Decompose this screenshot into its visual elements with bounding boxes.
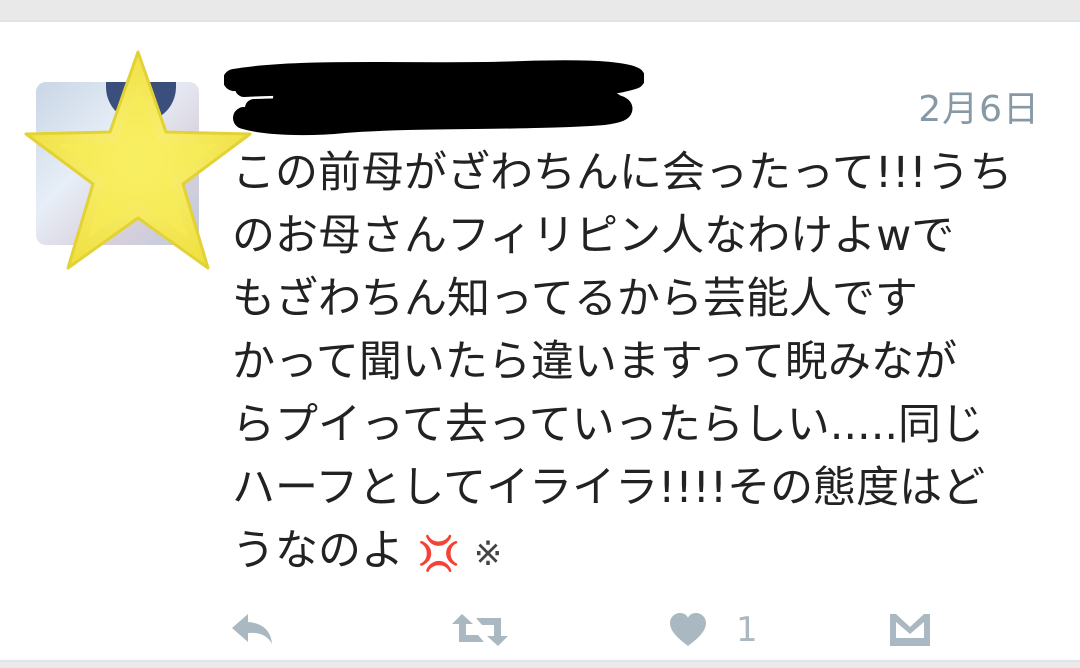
reply-icon	[232, 614, 272, 644]
tweet-date[interactable]: 2月6日	[918, 80, 1040, 132]
tweet-card[interactable]: 2月6日 この前母がざわちんに会ったって!!!うち のお母さんフィリピン人なわけ…	[0, 20, 1080, 662]
tweet-text: この前母がざわちんに会ったって!!!うち のお母さんフィリピン人なわけよwで も…	[232, 142, 1052, 586]
tweet-text-line: うなのよ	[232, 526, 404, 576]
star-icon	[24, 50, 252, 270]
tweet-text-line: ハーフとしてイライラ!!!!その態度はど	[232, 463, 986, 513]
reference-mark-emoji: ※	[473, 534, 503, 574]
anger-emoji: 💢	[417, 534, 461, 574]
tweet-text-line: らプイって去っていったらしい.....同じ	[232, 400, 985, 450]
retweet-button[interactable]	[450, 602, 510, 658]
reply-button[interactable]	[228, 602, 276, 658]
direct-message-icon	[890, 614, 930, 646]
tweet-text-line: のお母さんフィリピン人なわけよwで	[232, 211, 955, 261]
tweet-actions: 1	[0, 602, 1080, 662]
username-redaction	[224, 60, 644, 136]
like-count: 1	[736, 610, 758, 650]
tweet-text-line-last: うなのよ 💢 ※	[232, 520, 1052, 586]
tweet-text-line: もざわちん知ってるから芸能人です	[232, 274, 918, 324]
direct-message-button[interactable]	[888, 602, 932, 658]
tweet-text-line: この前母がざわちんに会ったって!!!うち	[232, 148, 1013, 198]
tweet-text-line: かって聞いたら違いますって睨みなが	[232, 337, 957, 387]
like-button[interactable]: 1	[668, 602, 758, 658]
heart-icon	[670, 613, 706, 646]
retweet-icon	[452, 614, 508, 646]
